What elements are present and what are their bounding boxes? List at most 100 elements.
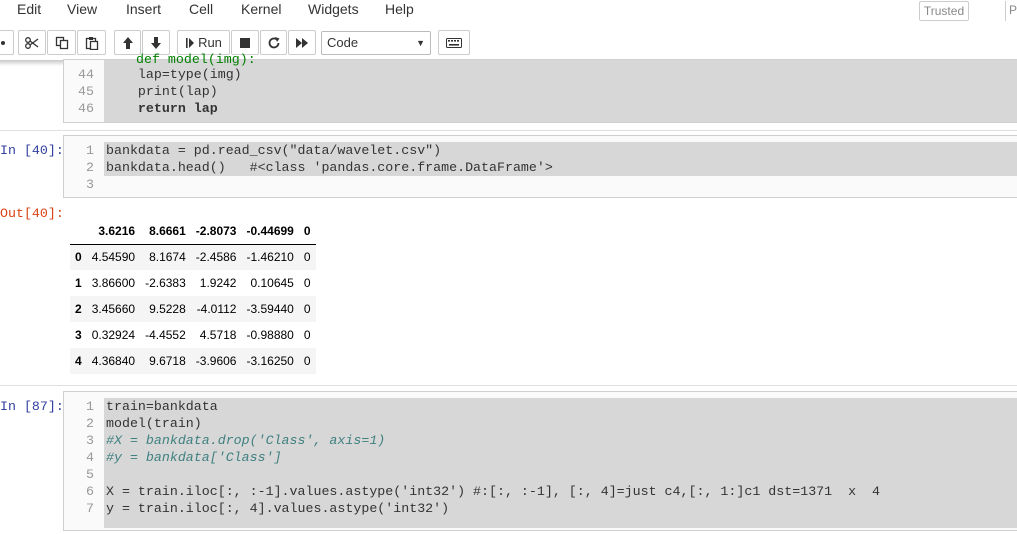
table-cell: -3.16250 <box>246 354 294 368</box>
column-header: -2.8073 <box>190 218 242 245</box>
column-header: 3.6216 <box>86 218 141 245</box>
table-cell: 0.10645 <box>250 276 294 290</box>
line-number: 6 <box>86 484 94 499</box>
code-cell-train[interactable]: 1 2 3 4 5 6 7 train=bankdata model(train… <box>63 391 1017 531</box>
table-row: 2 3.45660 9.5228 -4.0112 -3.59440 0 <box>70 296 316 322</box>
column-header <box>70 218 87 245</box>
output-prompt: Out[40]: <box>0 206 64 221</box>
line-number: 44 <box>78 67 94 82</box>
line-number: 4 <box>86 450 94 465</box>
line-number: 3 <box>86 177 94 192</box>
column-header: 8.6661 <box>140 218 191 245</box>
table-row: 4 4.36840 9.6718 -3.9606 -3.16250 0 <box>70 348 316 374</box>
step-forward-icon <box>186 37 195 48</box>
line-number: 45 <box>78 84 94 99</box>
line-number: 2 <box>86 160 94 175</box>
code-cell-read-csv[interactable]: 1 2 3 bankdata = pd.read_csv("data/wavel… <box>63 135 1017 198</box>
arrow-up-icon <box>122 36 133 49</box>
menu-bar: Edit View Insert Cell Kernel Widgets Hel… <box>0 0 1017 22</box>
cell-type-select[interactable]: Code ▼ <box>321 31 431 55</box>
code-comment-line: #y = bankdata['Class'] <box>106 450 282 465</box>
code-comment-line: #X = bankdata.drop('Class', axis=1) <box>106 433 386 448</box>
table-cell: -4.0112 <box>196 302 237 316</box>
fast-forward-icon <box>296 37 308 48</box>
line-number: 46 <box>78 101 94 116</box>
code-line: bankdata.head() #<class 'pandas.core.fra… <box>106 160 553 175</box>
table-cell: -2.4586 <box>195 250 237 265</box>
row-index: 1 <box>75 276 82 290</box>
code-line: return lap <box>106 101 218 116</box>
copy-icon <box>55 36 68 49</box>
restart-button[interactable] <box>260 30 287 55</box>
menu-view[interactable]: View <box>67 1 97 17</box>
table-cell: 4.36840 <box>91 354 136 368</box>
cut-button[interactable] <box>18 30 46 55</box>
table-cell: 0 <box>303 328 311 342</box>
code-line: print(lap) <box>106 84 218 99</box>
table-cell: 0.32924 <box>91 328 136 342</box>
code-line: model(train) <box>106 416 202 431</box>
menu-kernel[interactable]: Kernel <box>241 1 281 17</box>
menu-help[interactable]: Help <box>385 1 414 17</box>
table-cell: 0 <box>303 302 311 316</box>
row-index: 4 <box>75 354 82 368</box>
menu-widgets[interactable]: Widgets <box>308 1 359 17</box>
menu-cell[interactable]: Cell <box>189 1 213 17</box>
table-cell: -3.59440 <box>246 302 294 316</box>
line-number: 1 <box>86 143 94 158</box>
table-cell: -4.4552 <box>145 328 186 342</box>
table-cell: -0.98880 <box>246 328 294 342</box>
table-cell: 0 <box>303 354 311 368</box>
save-button[interactable] <box>0 30 14 55</box>
menu-insert[interactable]: Insert <box>126 1 161 17</box>
arrow-down-icon <box>151 36 161 49</box>
code-line: y = train.iloc[:, 4].values.astype('int3… <box>106 501 450 516</box>
table-cell: 4.5718 <box>199 328 237 342</box>
table-cell: 0 <box>303 276 311 290</box>
copy-button[interactable] <box>47 30 76 55</box>
dataframe-table: 3.6216 8.6661 -2.8073 -0.44699 0 0 4.545… <box>70 218 316 374</box>
row-index: 3 <box>75 328 82 342</box>
keyboard-icon <box>446 37 462 48</box>
table-row: 1 3.86600 -2.6383 1.9242 0.10645 0 <box>70 270 316 296</box>
input-prompt: In [87]: <box>0 399 64 414</box>
command-palette-button[interactable] <box>438 30 470 55</box>
table-cell: 8.1674 <box>149 250 186 265</box>
row-index: 0 <box>75 250 82 265</box>
table-cell: 9.6718 <box>149 354 186 368</box>
menu-edit[interactable]: Edit <box>17 1 41 17</box>
kernel-indicator[interactable]: P <box>1005 1 1017 21</box>
line-number: 2 <box>86 416 94 431</box>
table-cell: -2.6383 <box>145 276 186 290</box>
scissors-icon <box>25 36 39 49</box>
table-header-row: 3.6216 8.6661 -2.8073 -0.44699 0 <box>70 218 316 245</box>
cell-divider <box>0 130 1017 131</box>
run-button-label: Run <box>198 35 222 50</box>
row-index: 2 <box>75 302 82 316</box>
table-cell: 1.9242 <box>199 276 237 290</box>
code-line: lap=type(img) <box>106 67 242 82</box>
stop-icon <box>240 37 250 48</box>
line-number: 1 <box>86 399 94 414</box>
dropdown-caret-icon: ▼ <box>416 38 425 48</box>
table-cell: -3.9606 <box>195 354 237 368</box>
table-cell: 0 <box>303 250 311 265</box>
trusted-badge[interactable]: Trusted <box>919 1 969 21</box>
code-line: X = train.iloc[:, :-1].values.astype('in… <box>106 484 881 499</box>
restart-run-all-button[interactable] <box>288 30 316 55</box>
paste-button[interactable] <box>77 30 106 55</box>
table-cell: -1.46210 <box>246 250 294 265</box>
restart-icon <box>268 36 279 48</box>
dot-icon <box>1 40 5 45</box>
code-cell-model[interactable]: def model(img): 44 45 46 lap=type(img) p… <box>63 52 1017 123</box>
column-header: 0 <box>298 218 316 245</box>
table-cell: 4.54590 <box>91 250 136 265</box>
line-number: 3 <box>86 433 94 448</box>
table-cell: 3.86600 <box>91 276 136 290</box>
code-line: bankdata = pd.read_csv("data/wavelet.csv… <box>106 143 442 158</box>
cell-divider <box>0 385 1017 386</box>
input-prompt: In [40]: <box>0 143 64 158</box>
line-number: 7 <box>86 501 94 516</box>
code-line: train=bankdata <box>106 399 218 414</box>
column-header: -0.44699 <box>241 218 299 245</box>
